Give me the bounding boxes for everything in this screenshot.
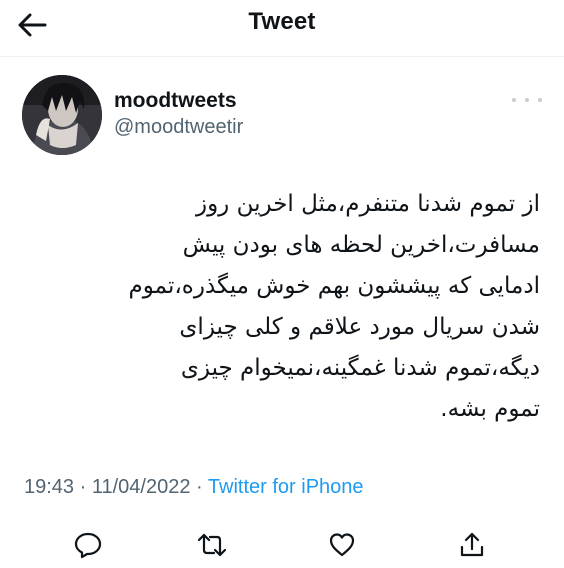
heart-icon xyxy=(329,533,355,557)
retweet-button[interactable] xyxy=(196,529,228,561)
tweet-text: از تموم شدنا متنفرم،مثل اخرین روز مسافرت… xyxy=(128,191,540,422)
more-dot-icon xyxy=(512,98,516,102)
more-dot-icon xyxy=(538,98,542,102)
more-dot-icon xyxy=(525,98,529,102)
tweet-time[interactable]: 19:43 xyxy=(24,476,74,498)
avatar[interactable] xyxy=(22,75,102,155)
tweet-action-bar xyxy=(0,525,564,565)
share-button[interactable] xyxy=(456,529,488,561)
reply-icon xyxy=(74,532,102,559)
anime-character-avatar xyxy=(22,75,102,155)
header-divider xyxy=(0,56,564,57)
meta-separator: · xyxy=(79,476,87,498)
top-bar: Tweet xyxy=(0,0,564,52)
page-title: Tweet xyxy=(248,8,316,35)
tweet-date[interactable]: 11/04/2022 xyxy=(92,476,191,498)
author-name[interactable]: moodtweets xyxy=(114,89,237,113)
tweet-metadata: 19:43 · 11/04/2022 · Twitter for iPhone xyxy=(24,476,364,499)
meta-separator: · xyxy=(196,476,203,498)
like-button[interactable] xyxy=(326,529,358,561)
reply-button[interactable] xyxy=(72,529,104,561)
retweet-icon xyxy=(197,533,227,557)
more-options-button[interactable] xyxy=(512,90,542,110)
author-handle[interactable]: @moodtweetir xyxy=(114,116,243,139)
tweet-source-link[interactable]: Twitter for iPhone xyxy=(208,476,364,498)
share-icon xyxy=(460,532,484,557)
